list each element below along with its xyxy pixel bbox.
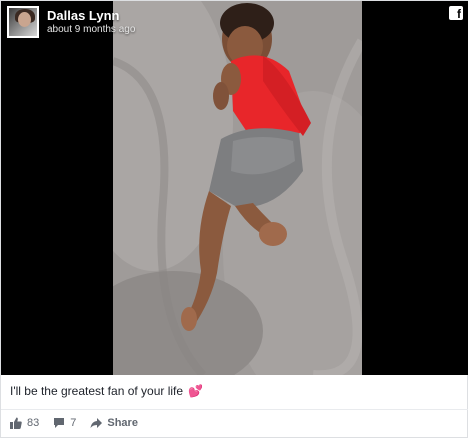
author-avatar[interactable] [7, 6, 39, 38]
comments-count: 7 [70, 417, 77, 429]
post-meta: Dallas Lynn about 9 months ago [47, 8, 135, 36]
share-arrow-icon [90, 418, 103, 428]
video-frame[interactable] [113, 1, 362, 375]
like-button[interactable]: 83 [10, 416, 39, 430]
facebook-icon[interactable]: f [449, 6, 463, 20]
comment-icon [54, 418, 65, 428]
author-name[interactable]: Dallas Lynn [47, 8, 135, 23]
action-bar: 83 7 Share [10, 414, 152, 432]
embedded-post: Dallas Lynn about 9 months ago f I'll be… [0, 0, 468, 438]
video-still-image [113, 1, 362, 375]
comment-button[interactable]: 7 [53, 416, 76, 430]
post-timestamp[interactable]: about 9 months ago [47, 23, 135, 36]
divider [1, 409, 468, 410]
caption-text: I'll be the greatest fan of your life [10, 384, 184, 398]
share-label: Share [107, 417, 138, 429]
avatar-face [18, 12, 31, 27]
thumbs-up-icon [10, 417, 22, 429]
video-player[interactable]: Dallas Lynn about 9 months ago f [1, 1, 468, 375]
post-caption: I'll be the greatest fan of your life 💕 [10, 383, 203, 399]
two-hearts-icon: 💕 [188, 384, 204, 398]
likes-count: 83 [27, 417, 40, 429]
post-header: Dallas Lynn about 9 months ago [7, 5, 135, 39]
share-button[interactable]: Share [90, 416, 138, 430]
